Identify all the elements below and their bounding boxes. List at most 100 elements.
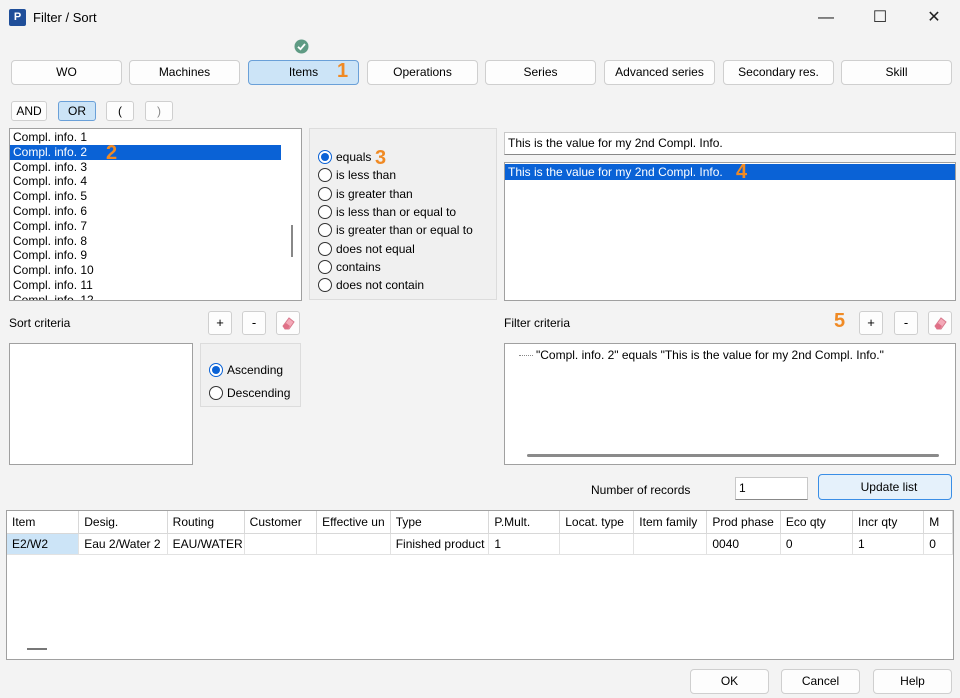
close-paren-button[interactable]: ) (145, 101, 173, 121)
grid-cell[interactable]: 1 (488, 533, 561, 555)
sort-ascending-radio[interactable] (209, 363, 223, 378)
sort-clear-button[interactable] (276, 311, 300, 335)
grid-cell[interactable]: 1 (852, 533, 925, 555)
records-input[interactable]: 1 (735, 477, 808, 500)
operator-label: is less than or equal to (336, 205, 457, 220)
grid-column-header[interactable]: Locat. type (559, 511, 635, 534)
open-paren-button[interactable]: ( (106, 101, 134, 121)
grid-column-header[interactable]: Item family (633, 511, 708, 534)
field-list-item[interactable]: Compl. info. 7 (10, 219, 281, 234)
grid-column-header[interactable]: P.Mult. (488, 511, 561, 534)
tab-skill[interactable]: Skill (841, 60, 952, 85)
tab-advanced-series[interactable]: Advanced series (604, 60, 715, 85)
grid-column-header[interactable]: Prod phase (706, 511, 781, 534)
or-button[interactable]: OR (58, 101, 96, 121)
grid-cell[interactable]: E2/W2 (7, 533, 80, 555)
operator-radio[interactable] (318, 278, 332, 293)
help-button[interactable]: Help (873, 669, 952, 694)
operator-radio[interactable] (318, 241, 332, 256)
fields-scrollbar[interactable] (283, 129, 301, 300)
field-list-item[interactable]: Compl. info. 1 (10, 130, 281, 145)
grid-hscrollbar[interactable] (27, 648, 47, 650)
grid-cell[interactable] (244, 533, 318, 555)
grid-cell[interactable]: Finished product (390, 533, 490, 555)
field-list-item[interactable]: Compl. info. 3 (10, 160, 281, 175)
sort-remove-button[interactable]: - (242, 311, 266, 335)
operator-option[interactable]: does not equal (318, 239, 496, 257)
operator-option[interactable]: is less than (318, 166, 496, 184)
minimize-button[interactable]: — (803, 4, 849, 32)
grid-column-header[interactable]: Item (7, 511, 80, 534)
field-list-item[interactable]: Compl. info. 6 (10, 204, 281, 219)
tab-operations[interactable]: Operations (367, 60, 478, 85)
grid-cell[interactable] (559, 533, 635, 555)
operator-radio[interactable] (318, 205, 332, 220)
field-list-item[interactable]: Compl. info. 2 (10, 144, 281, 160)
field-list-item[interactable]: Compl. info. 9 (10, 248, 281, 263)
field-list-item[interactable]: Compl. info. 10 (10, 263, 281, 278)
filter-hscrollbar[interactable] (527, 454, 939, 457)
value-list[interactable]: This is the value for my 2nd Compl. Info… (504, 162, 956, 301)
grid-column-header[interactable]: M (923, 511, 953, 534)
grid-column-header[interactable]: Customer (244, 511, 318, 534)
value-input[interactable]: This is the value for my 2nd Compl. Info… (504, 132, 956, 155)
field-list-item[interactable]: Compl. info. 8 (10, 234, 281, 249)
filter-remove-button[interactable]: - (894, 311, 918, 335)
tab-machines[interactable]: Machines (129, 60, 240, 85)
tab-series[interactable]: Series (485, 60, 596, 85)
sort-ascending-option[interactable]: Ascending (209, 361, 283, 379)
filter-criteria-tree[interactable]: "Compl. info. 2" equals "This is the val… (504, 343, 956, 465)
filter-add-button[interactable]: + (859, 311, 883, 335)
table-row[interactable]: E2/W2 Eau 2/Water 2 EAU/WATER Finished prod… (7, 533, 953, 555)
grid-cell[interactable]: 0 (780, 533, 854, 555)
grid-column-header[interactable]: Desig. (78, 511, 168, 534)
grid-cell[interactable]: EAU/WATER (167, 533, 245, 555)
grid-column-header[interactable]: Eco qty (780, 511, 854, 534)
cancel-button[interactable]: Cancel (781, 669, 860, 694)
value-list-item[interactable]: This is the value for my 2nd Compl. Info… (505, 164, 955, 180)
sort-criteria-list[interactable] (9, 343, 193, 465)
fields-list[interactable]: Compl. info. 1 Compl. info. 2 Compl. info.… (9, 128, 302, 301)
operator-option[interactable]: is less than or equal to (318, 203, 496, 221)
operator-option[interactable]: does not contain (318, 276, 496, 294)
grid-cell[interactable] (633, 533, 708, 555)
grid-column-header[interactable]: Effective un (316, 511, 391, 534)
grid-cell[interactable]: Eau 2/Water 2 (78, 533, 168, 555)
tab-wo[interactable]: WO (11, 60, 122, 85)
grid-cell[interactable] (316, 533, 391, 555)
operator-radio[interactable] (318, 150, 332, 165)
ok-button[interactable]: OK (690, 669, 769, 694)
fields-scrollbar-thumb[interactable] (291, 225, 293, 257)
and-button[interactable]: AND (11, 101, 47, 121)
items-grid[interactable]: Item Desig. Routing Customer Effective un Typ… (6, 510, 954, 660)
operator-option[interactable]: equals (318, 148, 496, 166)
tab-secondary-res[interactable]: Secondary res. (723, 60, 834, 85)
grid-column-header[interactable]: Routing (167, 511, 245, 534)
maximize-button[interactable]: ☐ (857, 4, 903, 32)
sort-add-button[interactable]: + (208, 311, 232, 335)
field-list-item[interactable]: Compl. info. 4 (10, 174, 281, 189)
operator-radio[interactable] (318, 168, 332, 183)
operator-radio[interactable] (318, 259, 332, 274)
field-list-item[interactable]: Compl. info. 5 (10, 189, 281, 204)
grid-cell[interactable]: 0 (923, 533, 953, 555)
filter-criteria-label: Filter criteria (504, 316, 571, 330)
close-button[interactable]: ✕ (911, 4, 957, 32)
sort-descending-radio[interactable] (209, 386, 223, 401)
field-list-item[interactable]: Compl. info. 11 (10, 278, 281, 293)
grid-cell[interactable]: 0040 (706, 533, 781, 555)
operator-option[interactable]: is greater than or equal to (318, 221, 496, 239)
grid-column-header[interactable]: Incr qty (852, 511, 925, 534)
records-label: Number of records (591, 483, 691, 497)
update-list-button[interactable]: Update list (818, 474, 952, 500)
grid-column-header[interactable]: Type (390, 511, 490, 534)
operator-radio[interactable] (318, 223, 332, 238)
sort-criteria-label: Sort criteria (9, 316, 71, 330)
filter-criterion[interactable]: "Compl. info. 2" equals "This is the val… (536, 348, 884, 362)
filter-clear-button[interactable] (928, 311, 952, 335)
operator-option[interactable]: contains (318, 258, 496, 276)
operator-option[interactable]: is greater than (318, 185, 496, 203)
sort-descending-option[interactable]: Descending (209, 384, 290, 402)
field-list-item[interactable]: Compl. info. 12 (10, 293, 281, 300)
operator-radio[interactable] (318, 186, 332, 201)
